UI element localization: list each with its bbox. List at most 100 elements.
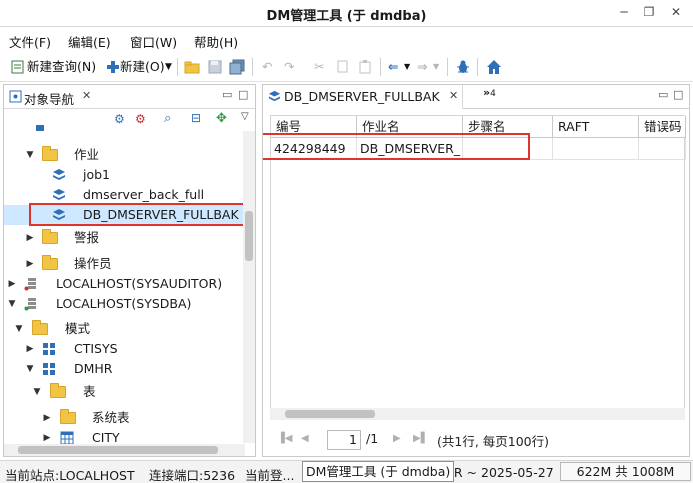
expand-arrow-icon[interactable]: ▼ (32, 382, 42, 402)
minimize-panel-icon[interactable]: ▭ (222, 88, 232, 101)
connect-icon[interactable]: ⚙ (114, 112, 125, 126)
grid-horizontal-scrollbar[interactable] (270, 408, 685, 420)
table-cell[interactable] (639, 138, 686, 160)
copy-icon[interactable] (335, 59, 351, 75)
expand-arrow-icon[interactable]: ▶ (25, 228, 35, 248)
tree-node-tables[interactable]: ▼ 表 (4, 382, 244, 402)
tree-node-schemas[interactable]: ▼ 模式 (4, 319, 244, 339)
debug-bug-icon[interactable] (455, 59, 471, 75)
back-dropdown-icon[interactable]: ▼ (404, 58, 410, 76)
minimize-button[interactable]: ─ (612, 3, 636, 21)
object-navigator-tab[interactable]: 对象导航 ✕ ▭ □ (4, 85, 255, 109)
menu-help[interactable]: 帮助(H) (194, 32, 238, 51)
expand-arrow-icon[interactable]: ▼ (7, 294, 17, 314)
new-button[interactable]: 新建(O) (120, 58, 165, 76)
prev-page-icon[interactable]: ◀ (301, 433, 309, 444)
tree-label: LOCALHOST(SYSDBA) (56, 296, 192, 311)
next-page-icon[interactable]: ▶ (393, 433, 401, 444)
toolbar-separator (380, 58, 381, 76)
navigator-horizontal-scrollbar[interactable] (4, 444, 245, 456)
toolbar-separator (447, 58, 448, 76)
save-icon[interactable] (207, 59, 223, 75)
scrollbar-thumb[interactable] (18, 446, 218, 454)
expand-arrow-icon[interactable]: ▶ (42, 408, 52, 428)
title-bar: DM管理工具 (于 dmdba) ─ ❐ ✕ (0, 0, 693, 27)
tree-node-alerts[interactable]: ▶ 警报 (4, 228, 244, 248)
menu-edit[interactable]: 编辑(E) (68, 32, 111, 51)
table-cell[interactable] (553, 138, 639, 160)
minimize-panel-icon[interactable]: ▭ (658, 88, 668, 101)
navigator-vertical-scrollbar[interactable] (243, 131, 255, 443)
open-folder-icon[interactable] (184, 59, 200, 75)
close-button[interactable]: ✕ (664, 3, 688, 21)
menu-window[interactable]: 窗口(W) (130, 32, 177, 51)
menu-file[interactable]: 文件(F) (9, 32, 51, 51)
link-editor-icon[interactable]: ✥ (216, 111, 227, 126)
search-icon[interactable]: ⌕ (164, 111, 171, 126)
job-icon (53, 189, 65, 200)
expand-arrow-icon[interactable]: ▼ (25, 359, 35, 379)
tree-node-localhost-sysauditor[interactable]: ▶ LOCALHOST(SYSAUDITOR) (4, 274, 244, 294)
tree-label: 操作员 (74, 256, 112, 271)
toolbar-separator (252, 58, 253, 76)
expand-arrow-icon[interactable]: ▶ (25, 339, 35, 359)
forward-icon[interactable]: ⇒ (417, 58, 427, 76)
editor-tab-label: DB_DMSERVER_FULLBAK (284, 89, 440, 104)
memory-indicator[interactable]: 622M 共 1008M (560, 462, 691, 481)
server-icon (24, 278, 36, 291)
new-dropdown-icon[interactable]: ▼ (165, 58, 172, 76)
column-header-raft[interactable]: RAFT (553, 116, 639, 138)
redo-icon[interactable]: ↷ (284, 58, 294, 76)
tree-node-localhost-sysdba[interactable]: ▼ LOCALHOST(SYSDBA) (4, 294, 244, 314)
tree-label: LOCALHOST(SYSAUDITOR) (56, 276, 223, 291)
first-page-icon[interactable]: ▐◀ (277, 433, 292, 444)
tree-node-dmhr[interactable]: ▼ DMHR (4, 359, 244, 379)
maximize-panel-icon[interactable]: □ (238, 88, 248, 101)
job-icon (53, 169, 65, 180)
close-tab-icon[interactable]: ✕ (82, 89, 91, 102)
scrollbar-thumb[interactable] (245, 211, 253, 261)
job-editor-panel: DB_DMSERVER_FULLBAK ✕ »4 ▭ □ 编号 作业名 步骤名 … (262, 84, 690, 457)
expand-arrow-icon[interactable]: ▼ (25, 145, 35, 165)
close-tab-icon[interactable]: ✕ (449, 89, 458, 102)
tree-node-job1[interactable]: job1 (4, 165, 244, 185)
maximize-button[interactable]: ❐ (637, 3, 661, 21)
cut-icon[interactable]: ✂ (314, 58, 324, 76)
expand-arrow-icon[interactable]: ▶ (7, 274, 17, 294)
undo-icon[interactable]: ↶ (262, 58, 272, 76)
tree-label: job1 (83, 167, 111, 182)
folder-icon (42, 229, 58, 244)
forward-dropdown-icon[interactable]: ▼ (433, 58, 439, 76)
highlight-box (263, 133, 530, 160)
paste-icon[interactable] (357, 59, 373, 75)
scrollbar-thumb[interactable] (285, 410, 375, 418)
tree-node-ctisys[interactable]: ▶ CTISYS (4, 339, 244, 359)
maximize-panel-icon[interactable]: □ (673, 88, 683, 101)
editor-tab-db-dmserver-fullbak[interactable]: DB_DMSERVER_FULLBAK ✕ (263, 85, 463, 109)
collapse-all-icon[interactable]: ⊟ (191, 111, 201, 125)
save-all-icon[interactable] (229, 59, 245, 75)
tree-label: 作业 (74, 147, 100, 162)
more-tabs-button[interactable]: »4 (483, 86, 496, 99)
tree-node-jobs[interactable]: ▼ 作业 (4, 145, 244, 165)
menu-bar: 文件(F) 编辑(E) 窗口(W) 帮助(H) (0, 27, 693, 52)
tree-node-dmserver-back-full[interactable]: dmserver_back_full (4, 185, 244, 205)
home-icon[interactable] (486, 59, 502, 75)
tree-node-operators[interactable]: ▶ 操作员 (4, 254, 244, 274)
tree-node-system-tables[interactable]: ▶ 系统表 (4, 408, 244, 428)
expand-arrow-icon[interactable]: ▶ (25, 254, 35, 274)
tree-label: 警报 (74, 230, 100, 245)
view-menu-icon[interactable]: ▽ (241, 111, 249, 122)
column-header-error-code[interactable]: 错误码 (639, 116, 686, 138)
object-navigator-panel: 对象导航 ✕ ▭ □ ⚙ ⚙ ⌕ ⊟ ✥ ▽ ▼ 作业 job1 dmserve… (3, 84, 256, 457)
disconnect-icon[interactable]: ⚙ (135, 112, 146, 126)
folder-icon (32, 320, 48, 335)
last-page-icon[interactable]: ▶▌ (413, 433, 428, 444)
back-icon[interactable]: ⇐ (388, 58, 398, 76)
navigator-icon (9, 90, 22, 103)
page-number-input[interactable]: 1 (327, 430, 361, 450)
folder-icon (50, 383, 66, 398)
new-query-button[interactable]: 新建查询(N) (27, 58, 96, 76)
expand-arrow-icon[interactable]: ▼ (14, 319, 24, 339)
total-pages: /1 (366, 431, 379, 446)
